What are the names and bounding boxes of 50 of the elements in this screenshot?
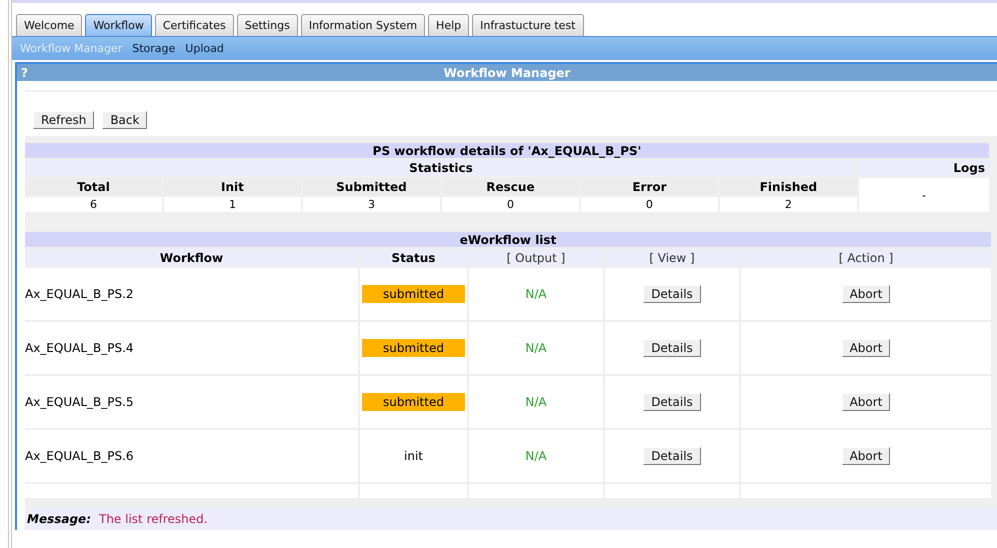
stat-value: 2 — [720, 197, 857, 212]
column-header: [ Output ] — [469, 249, 603, 266]
abort-button[interactable]: Abort — [842, 339, 890, 357]
output-value: N/A — [525, 395, 547, 409]
status-badge: submitted — [362, 339, 465, 357]
workflow-name: Ax_EQUAL_B_PS.4 — [25, 322, 358, 374]
workflow-name: Ax_EQUAL_B_PS.6 — [25, 430, 358, 482]
output-value: N/A — [525, 341, 547, 355]
column-header: [ Action ] — [741, 249, 992, 266]
details-button[interactable]: Details — [643, 447, 701, 465]
stat-value: 3 — [302, 197, 440, 212]
message-label: Message: — [27, 512, 91, 526]
details-button[interactable]: Details — [643, 339, 701, 357]
statistics-heading: Statistics — [25, 160, 857, 176]
output-value: N/A — [525, 449, 547, 463]
logs-heading: Logs — [858, 160, 989, 176]
tab[interactable]: Help — [428, 14, 470, 36]
status-badge: submitted — [362, 393, 465, 411]
panel-title: Workflow Manager — [444, 66, 570, 80]
stat-value: 0 — [442, 197, 579, 212]
nav-link[interactable]: Upload — [185, 42, 224, 55]
toolbar-button[interactable]: Refresh — [33, 111, 94, 129]
list-title: eWorkflow list — [25, 232, 992, 247]
tab[interactable]: Certificates — [154, 14, 234, 36]
details-button[interactable]: Details — [643, 285, 701, 303]
abort-button[interactable]: Abort — [842, 447, 890, 465]
tab[interactable]: Settings — [236, 14, 298, 36]
details-title: PS workflow details of 'Ax_EQUAL_B_PS' — [25, 143, 989, 158]
output-value: N/A — [525, 287, 547, 301]
abort-button[interactable]: Abort — [842, 393, 890, 411]
stat-value: 1 — [164, 197, 301, 212]
toolbar-button[interactable]: Back — [102, 111, 148, 129]
tab[interactable]: Workflow — [85, 14, 152, 36]
tab[interactable]: Welcome — [16, 14, 82, 36]
column-header: [ View ] — [605, 249, 739, 266]
tab[interactable]: Infrastucture test — [472, 14, 584, 36]
column-header: Workflow — [25, 249, 358, 266]
tab[interactable]: Information System — [300, 14, 426, 36]
workflow-name: Ax_EQUAL_B_PS.2 — [25, 268, 358, 320]
stat-value: 0 — [580, 197, 718, 212]
stat-value: 6 — [25, 197, 162, 212]
status-text: init — [403, 448, 424, 465]
details-button[interactable]: Details — [643, 393, 701, 411]
workflow-name: Ax_EQUAL_B_PS.5 — [25, 376, 358, 428]
logs-value: - — [858, 178, 989, 212]
abort-button[interactable]: Abort — [842, 285, 890, 303]
nav-link[interactable]: Storage — [132, 42, 176, 55]
message-text: The list refreshed. — [99, 512, 208, 526]
status-badge: submitted — [362, 285, 465, 303]
column-header: Status — [360, 249, 467, 266]
